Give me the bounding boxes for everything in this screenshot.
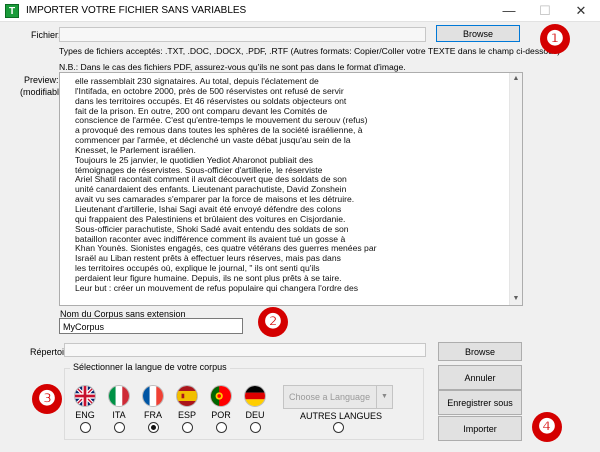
file-label: Fichier: <box>31 30 61 40</box>
lang-label-fra: FRA <box>144 410 162 420</box>
other-languages-label: AUTRES LANGUES <box>300 411 383 421</box>
lang-label-por: POR <box>211 410 231 420</box>
lang-label-eng: ENG <box>75 410 95 420</box>
directory-field[interactable] <box>64 343 426 357</box>
maximize-button[interactable]: ☐ <box>530 0 560 22</box>
preview-label: Preview: <box>24 75 59 85</box>
germany-flag-icon <box>244 385 266 407</box>
directory-browse-button[interactable]: Browse <box>438 342 522 361</box>
france-flag-icon <box>142 385 164 407</box>
other-language-radio[interactable] <box>333 422 344 433</box>
window-title: IMPORTER VOTRE FICHIER SANS VARIABLES <box>26 5 247 16</box>
lang-radio-fra[interactable] <box>148 422 159 433</box>
lang-radio-ita[interactable] <box>114 422 125 433</box>
corpus-name-input[interactable]: MyCorpus <box>59 318 243 334</box>
pdf-note: N.B.: Dans le cas des fichiers PDF, assu… <box>59 62 406 72</box>
annotation-badge-4: ❹ <box>532 412 562 442</box>
lang-radio-deu[interactable] <box>250 422 261 433</box>
chevron-down-icon[interactable]: ▼ <box>376 386 392 408</box>
lang-radio-por[interactable] <box>216 422 227 433</box>
scroll-up-icon[interactable]: ▲ <box>510 73 522 85</box>
uk-flag-icon <box>74 385 96 407</box>
spain-flag-icon <box>176 385 198 407</box>
other-language-select[interactable]: Choose a Language ▼ <box>283 385 393 409</box>
language-group-title: Sélectionner la langue de votre corpus <box>70 362 230 372</box>
import-button[interactable]: Importer <box>438 416 522 441</box>
portugal-flag-icon <box>210 385 232 407</box>
save-as-button[interactable]: Enregistrer sous <box>438 390 522 415</box>
app-icon: T <box>5 4 19 18</box>
lang-radio-esp[interactable] <box>182 422 193 433</box>
file-path-field[interactable] <box>59 27 426 42</box>
preview-scrollbar[interactable]: ▲ ▼ <box>509 73 522 305</box>
lang-label-deu: DEU <box>245 410 265 420</box>
italy-flag-icon <box>108 385 130 407</box>
lang-radio-eng[interactable] <box>80 422 91 433</box>
annotation-badge-3: ❸ <box>32 384 62 414</box>
file-types-note: Types de fichiers acceptés: .TXT, .DOC, … <box>59 46 561 56</box>
file-browse-button[interactable]: Browse <box>436 25 520 42</box>
lang-label-esp: ESP <box>177 410 196 420</box>
scroll-down-icon[interactable]: ▼ <box>510 293 522 305</box>
close-button[interactable]: ✕ <box>566 0 596 22</box>
lang-label-ita: ITA <box>112 410 126 420</box>
other-language-placeholder: Choose a Language <box>289 392 371 402</box>
annotation-badge-2: ❷ <box>258 307 288 337</box>
cancel-button[interactable]: Annuler <box>438 365 522 390</box>
minimize-button[interactable]: — <box>494 0 524 22</box>
preview-textarea[interactable]: elle rassemblait 230 signataires. Au tot… <box>59 72 523 306</box>
preview-text: elle rassemblait 230 signataires. Au tot… <box>75 76 377 293</box>
annotation-badge-1: ❶ <box>540 24 570 54</box>
